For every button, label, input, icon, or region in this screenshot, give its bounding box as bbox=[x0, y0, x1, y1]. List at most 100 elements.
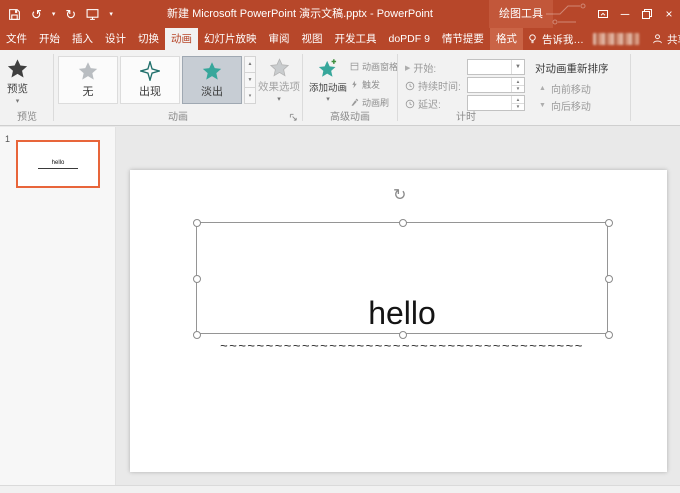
gallery-scroll-up-icon[interactable]: ▲ bbox=[245, 57, 255, 73]
selection-handle[interactable] bbox=[605, 275, 613, 283]
tab-storyboarding[interactable]: 情节提要 bbox=[436, 28, 490, 50]
start-label: 开始: bbox=[413, 60, 436, 75]
gallery-scroll-down-icon[interactable]: ▼ bbox=[245, 73, 255, 89]
move-earlier-button[interactable]: ▲ 向前移动 bbox=[539, 81, 591, 96]
lightbulb-icon bbox=[527, 33, 538, 45]
spin-up-icon[interactable]: ▲ bbox=[512, 96, 524, 104]
minimize-button[interactable]: ─ bbox=[614, 0, 636, 28]
move-later-button[interactable]: ▼ 向后移动 bbox=[539, 98, 591, 113]
fade-star-icon bbox=[202, 61, 222, 81]
group-animation: 无 出现 淡出 ▲ ▼ ▾ bbox=[55, 50, 301, 125]
tab-design[interactable]: 设计 bbox=[99, 28, 132, 50]
tab-transitions[interactable]: 切换 bbox=[132, 28, 165, 50]
save-icon[interactable] bbox=[8, 8, 21, 21]
slide-thumbnail[interactable]: hello bbox=[16, 140, 100, 188]
group-separator bbox=[630, 54, 631, 121]
ribbon-tab-row: 文件 开始 插入 设计 切换 动画 幻灯片放映 审阅 视图 开发工具 doPDF… bbox=[0, 28, 680, 50]
signed-in-user[interactable] bbox=[593, 33, 639, 45]
clock-icon bbox=[405, 99, 415, 109]
tab-dopdf[interactable]: doPDF 9 bbox=[383, 28, 436, 50]
restore-button[interactable] bbox=[636, 0, 658, 28]
preview-button[interactable]: 预览 ▾ bbox=[7, 58, 28, 105]
trigger-button[interactable]: 触发 bbox=[350, 78, 380, 91]
duration-spinner[interactable]: ▲▼ bbox=[467, 77, 525, 93]
window-title: 新建 Microsoft PowerPoint 演示文稿.pptx - Powe… bbox=[110, 0, 490, 28]
add-animation-star-icon bbox=[318, 58, 338, 78]
tab-view[interactable]: 视图 bbox=[296, 28, 329, 50]
redo-icon[interactable]: ↻ bbox=[65, 8, 76, 21]
ribbon: 预览 ▾ 预览 无 出现 bbox=[0, 50, 680, 126]
qat-customize-icon[interactable]: ▾ bbox=[109, 10, 113, 18]
titlebar-decoration bbox=[546, 0, 590, 28]
tab-review[interactable]: 审阅 bbox=[263, 28, 296, 50]
clock-icon bbox=[405, 81, 415, 91]
spin-down-icon[interactable]: ▼ bbox=[512, 86, 524, 93]
tab-format[interactable]: 格式 bbox=[490, 28, 523, 50]
animation-appear-tile[interactable]: 出现 bbox=[120, 56, 180, 104]
animation-pane-icon bbox=[350, 62, 359, 71]
reorder-animation-title: 对动画重新排序 bbox=[535, 61, 609, 76]
selection-handle[interactable] bbox=[193, 275, 201, 283]
selection-handle[interactable] bbox=[605, 219, 613, 227]
brush-icon bbox=[350, 98, 359, 107]
duration-spin-arrows: ▲▼ bbox=[511, 78, 524, 92]
window-controls: ─ × bbox=[592, 0, 680, 28]
start-dropdown-icon[interactable]: ▼ bbox=[511, 60, 524, 74]
preview-button-label: 预览 bbox=[7, 81, 28, 96]
title-bar: ↺ ▾ ↻ ▾ 新建 Microsoft PowerPoint 演示文稿.ppt… bbox=[0, 0, 680, 28]
preview-dropdown-icon: ▾ bbox=[16, 98, 20, 105]
tabrow-extras: 告诉我… 共享 bbox=[523, 28, 680, 50]
tab-home[interactable]: 开始 bbox=[33, 28, 66, 50]
none-star-icon bbox=[78, 61, 98, 81]
powerpoint-window: ↺ ▾ ↻ ▾ 新建 Microsoft PowerPoint 演示文稿.ppt… bbox=[0, 0, 680, 493]
selection-handle[interactable] bbox=[193, 219, 201, 227]
trigger-label: 触发 bbox=[362, 78, 380, 91]
close-button[interactable]: × bbox=[658, 0, 680, 28]
person-icon bbox=[652, 33, 663, 45]
animation-none-label: 无 bbox=[83, 83, 94, 99]
group-advanced-animation: 添加动画 ▾ 动画窗格 触发 动画刷 高级动画 bbox=[304, 50, 396, 125]
start-slideshow-icon[interactable] bbox=[86, 8, 99, 21]
spin-up-icon[interactable]: ▲ bbox=[512, 78, 524, 86]
tab-slideshow[interactable]: 幻灯片放映 bbox=[198, 28, 263, 50]
move-later-label: 向后移动 bbox=[551, 98, 591, 113]
tell-me-button[interactable]: 告诉我… bbox=[523, 32, 588, 47]
group-separator bbox=[302, 54, 303, 121]
editing-canvas[interactable]: ↻ hello ~~~~~~~~~~~~~~~~~~~~~~~~~~~~~~~~… bbox=[117, 127, 680, 485]
animation-dialog-launcher-icon[interactable] bbox=[289, 113, 298, 122]
ribbon-display-options-button[interactable] bbox=[592, 0, 614, 28]
animation-fade-tile[interactable]: 淡出 bbox=[182, 56, 242, 104]
contextual-tool-header: 绘图工具 bbox=[489, 0, 553, 28]
tilde-text-line[interactable]: ~~~~~~~~~~~~~~~~~~~~~~~~~~~~~~~~~~~~~~~~ bbox=[196, 338, 608, 353]
group-timing: ▶ 开始: ▼ 持续时间: ▲▼ 延迟: bbox=[399, 50, 629, 125]
tab-insert[interactable]: 插入 bbox=[66, 28, 99, 50]
animation-none-tile[interactable]: 无 bbox=[58, 56, 118, 104]
text-box-content: hello bbox=[368, 297, 436, 333]
effect-options-dropdown-icon: ▾ bbox=[277, 96, 281, 103]
preview-star-icon bbox=[7, 58, 28, 79]
share-button[interactable]: 共享 bbox=[644, 32, 680, 47]
tab-developer[interactable]: 开发工具 bbox=[329, 28, 383, 50]
add-animation-button[interactable]: 添加动画 ▾ bbox=[306, 58, 350, 103]
selection-handle[interactable] bbox=[399, 219, 407, 227]
rotation-handle-icon[interactable]: ↻ bbox=[393, 188, 406, 204]
undo-icon[interactable]: ↺ bbox=[31, 8, 42, 21]
move-earlier-icon: ▲ bbox=[539, 85, 546, 92]
thumbnail-text: hello bbox=[52, 160, 65, 166]
play-icon: ▶ bbox=[405, 64, 410, 72]
effect-options-button[interactable]: 效果选项 ▾ bbox=[258, 58, 300, 103]
appear-star-icon bbox=[140, 61, 160, 81]
slide[interactable]: ↻ hello ~~~~~~~~~~~~~~~~~~~~~~~~~~~~~~~~… bbox=[130, 170, 667, 472]
thumbnail-line bbox=[38, 168, 78, 169]
start-combobox[interactable]: ▼ bbox=[467, 59, 525, 75]
status-bar bbox=[0, 485, 680, 493]
animation-pane-button[interactable]: 动画窗格 bbox=[350, 60, 398, 73]
tab-animations[interactable]: 动画 bbox=[165, 28, 198, 50]
group-label-advanced: 高级动画 bbox=[304, 108, 396, 123]
tab-file[interactable]: 文件 bbox=[0, 28, 33, 50]
undo-dropdown-icon[interactable]: ▾ bbox=[52, 10, 56, 18]
gallery-more-icon[interactable]: ▾ bbox=[245, 88, 255, 103]
add-animation-label: 添加动画 bbox=[309, 80, 347, 94]
selected-text-box[interactable]: hello bbox=[196, 222, 608, 334]
start-value bbox=[468, 60, 511, 74]
